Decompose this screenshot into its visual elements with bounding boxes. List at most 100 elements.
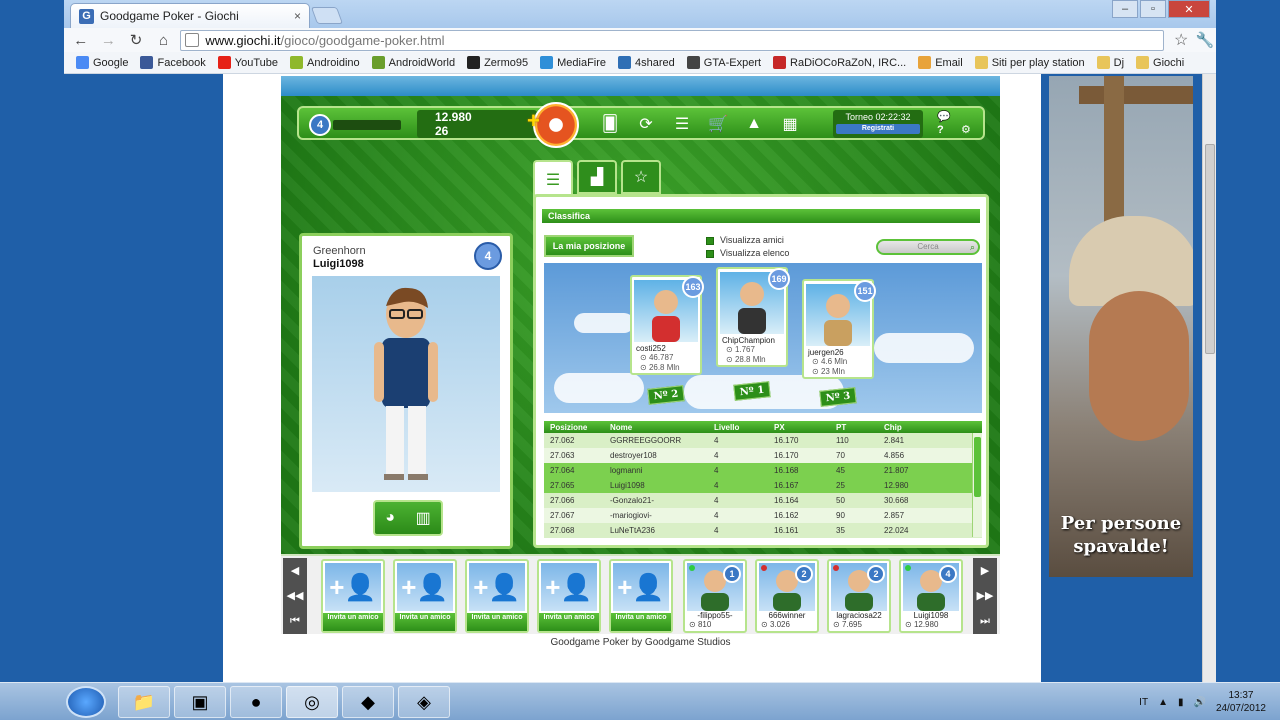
invite-friend-slot[interactable]: +👤 Invita un amico [321, 559, 385, 633]
my-position-button[interactable]: La mia posizione [544, 235, 634, 257]
app4-taskbar-icon[interactable]: ◈ [398, 686, 450, 718]
table-row[interactable]: 27.063 destroyer108 4 16.170 70 4.856 [544, 448, 982, 463]
volume-icon[interactable]: 🔊 [1193, 697, 1205, 708]
tab-podium[interactable]: ▟ [577, 160, 617, 194]
invite-friend-button[interactable]: Invita un amico [395, 613, 455, 631]
close-window-button[interactable]: ✕ [1168, 0, 1210, 18]
minimize-button[interactable]: – [1112, 0, 1138, 18]
bookmark-item[interactable]: Facebook [134, 56, 211, 69]
bookmark-item[interactable]: Siti per play station [969, 56, 1091, 69]
friend-slot[interactable]: 1 -filippo55- ⊙ 810 [683, 559, 747, 633]
cards-icon[interactable]: 🂠 [595, 111, 625, 137]
invite-friend-slot[interactable]: +👤 Invita un amico [537, 559, 601, 633]
invite-friend-button[interactable]: Invita un amico [323, 613, 383, 631]
friend-slot[interactable]: 4 Luigi1098 ⊙ 12.980 [899, 559, 963, 633]
friend-slot[interactable]: 2 666winner ⊙ 3.026 [755, 559, 819, 633]
friend-slot[interactable]: 2 lagraciosa22 ⊙ 7.695 [827, 559, 891, 633]
list-icon[interactable]: ☰ [667, 111, 697, 137]
table-row[interactable]: 27.065 Luigi1098 4 16.167 25 12.980 [544, 478, 982, 493]
table-scrollbar[interactable] [972, 433, 982, 537]
bookmark-item[interactable]: Giochi [1130, 56, 1190, 69]
invite-friend-button[interactable]: Invita un amico [611, 613, 671, 631]
bookmark-item[interactable]: Dj [1091, 56, 1130, 69]
prev-icon[interactable]: ◀ [291, 564, 299, 577]
bookmark-item[interactable]: YouTube [212, 56, 284, 69]
table-row[interactable]: 27.064 logmanni 4 16.168 45 21.807 [544, 463, 982, 478]
table-row[interactable]: 27.068 LuNeTtA236 4 16.161 35 22.024 [544, 523, 982, 538]
bookmark-item[interactable]: Androidino [284, 56, 366, 69]
clock[interactable]: 13:37 24/07/2012 [1216, 689, 1266, 715]
home-button[interactable]: ⌂ [153, 30, 175, 50]
next-page-icon[interactable]: ▶▶ [977, 589, 994, 602]
maximize-button[interactable]: ▫ [1140, 0, 1166, 18]
start-button[interactable] [66, 686, 106, 718]
table-row[interactable]: 27.067 -mariogiovi- 4 16.162 90 2.857 [544, 508, 982, 523]
table-row[interactable]: 27.066 -Gonzalo21- 4 16.164 50 30.668 [544, 493, 982, 508]
bookmark-item[interactable]: 4shared [612, 56, 681, 69]
column-header[interactable]: Chip [876, 423, 966, 432]
rocket-icon[interactable]: ▲ [739, 111, 769, 137]
show-list-checkbox[interactable] [706, 249, 714, 258]
chrome-taskbar-icon[interactable]: ◎ [286, 686, 338, 718]
column-header[interactable]: Livello [708, 423, 764, 432]
invite-friend-slot[interactable]: +👤 Invita un amico [465, 559, 529, 633]
language-indicator[interactable]: IT [1139, 697, 1148, 708]
settings-icon[interactable]: ⚙ [961, 123, 971, 136]
table-scroll-thumb[interactable] [974, 437, 981, 497]
show-list-option[interactable]: Visualizza elenco [706, 247, 789, 260]
bookmark-item[interactable]: RaDiOCoRaZoN, IRC... [767, 56, 912, 69]
stats-pie-icon[interactable]: ◕ [385, 509, 395, 527]
show-friends-checkbox[interactable] [706, 236, 714, 245]
column-header[interactable]: Nome [608, 423, 708, 432]
last-page-icon[interactable]: ⏭ [980, 615, 990, 628]
scrollbar-thumb[interactable] [1205, 144, 1215, 354]
back-button[interactable]: ← [70, 30, 92, 50]
show-friends-option[interactable]: Visualizza amici [706, 234, 789, 247]
app3-taskbar-icon[interactable]: ◆ [342, 686, 394, 718]
browser-tab[interactable]: G Goodgame Poker - Giochi × [70, 3, 310, 28]
podium-card[interactable]: 169 ChipChampion ⊙ 1.767 ⊙ 28.8 Mln [716, 267, 790, 367]
podium-card[interactable]: 151 juergen26 ⊙ 4.6 Mln ⊙ 23 Mln [802, 279, 876, 379]
player-search-input[interactable]: Cerca ⌕ [876, 239, 980, 255]
invite-friend-slot[interactable]: +👤 Invita un amico [609, 559, 673, 633]
column-header[interactable]: PT [824, 423, 876, 432]
podium-card[interactable]: 163 costi252 ⊙ 46.787 ⊙ 26.8 Mln [630, 275, 704, 375]
tab-list[interactable]: ☰ [533, 160, 573, 198]
prev-page-icon[interactable]: ◀◀ [287, 589, 304, 602]
bookmark-item[interactable]: Zermo95 [461, 56, 534, 69]
invite-friend-button[interactable]: Invita un amico [539, 613, 599, 631]
page-scrollbar[interactable] [1202, 74, 1216, 682]
app2-taskbar-icon[interactable]: ● [230, 686, 282, 718]
advertisement-banner[interactable]: Per persone spavalde! [1049, 76, 1193, 577]
invite-friend-button[interactable]: Invita un amico [467, 613, 527, 631]
bookmark-item[interactable]: AndroidWorld [366, 56, 461, 69]
bookmark-item[interactable]: Google [70, 56, 134, 69]
explorer-taskbar-icon[interactable]: 📁 [118, 686, 170, 718]
refresh-icon[interactable]: ⟳ [631, 111, 661, 137]
column-header[interactable]: Posizione [544, 423, 608, 432]
buy-chips-button[interactable]: + [527, 102, 579, 148]
wrench-menu-icon[interactable]: 🔧 [1194, 30, 1216, 50]
bookmark-item[interactable]: MediaFire [534, 56, 612, 69]
invite-friend-slot[interactable]: +👤 Invita un amico [393, 559, 457, 633]
cart-icon[interactable]: 🛒 [703, 111, 733, 137]
forward-button[interactable]: → [98, 30, 120, 50]
new-tab-button[interactable] [310, 7, 344, 24]
table-row[interactable]: 27.062 GGRREEGGOORR 4 16.170 110 2.841 [544, 433, 982, 448]
address-bar[interactable]: www.giochi.it /gioco/goodgame-poker.html [180, 29, 1165, 51]
calendar-icon[interactable]: ▦ [775, 111, 805, 137]
search-icon[interactable]: ⌕ [970, 241, 975, 253]
next-icon[interactable]: ▶ [981, 564, 989, 577]
bookmark-star-icon[interactable]: ☆ [1174, 30, 1188, 50]
register-button[interactable]: Registrati [836, 124, 920, 134]
bookmark-item[interactable]: Email [912, 56, 969, 69]
column-header[interactable]: PX [764, 423, 824, 432]
network-icon[interactable]: ▮ [1178, 697, 1184, 708]
tab-favorites[interactable]: ☆ [621, 160, 661, 194]
film-icon[interactable]: ▥ [416, 508, 431, 528]
tab-close-icon[interactable]: × [294, 9, 301, 23]
help-button[interactable]: ? [937, 124, 944, 136]
app-taskbar-icon[interactable]: ▣ [174, 686, 226, 718]
tray-show-icons[interactable]: ▲ [1158, 697, 1168, 708]
bookmark-item[interactable]: GTA-Expert [681, 56, 767, 69]
